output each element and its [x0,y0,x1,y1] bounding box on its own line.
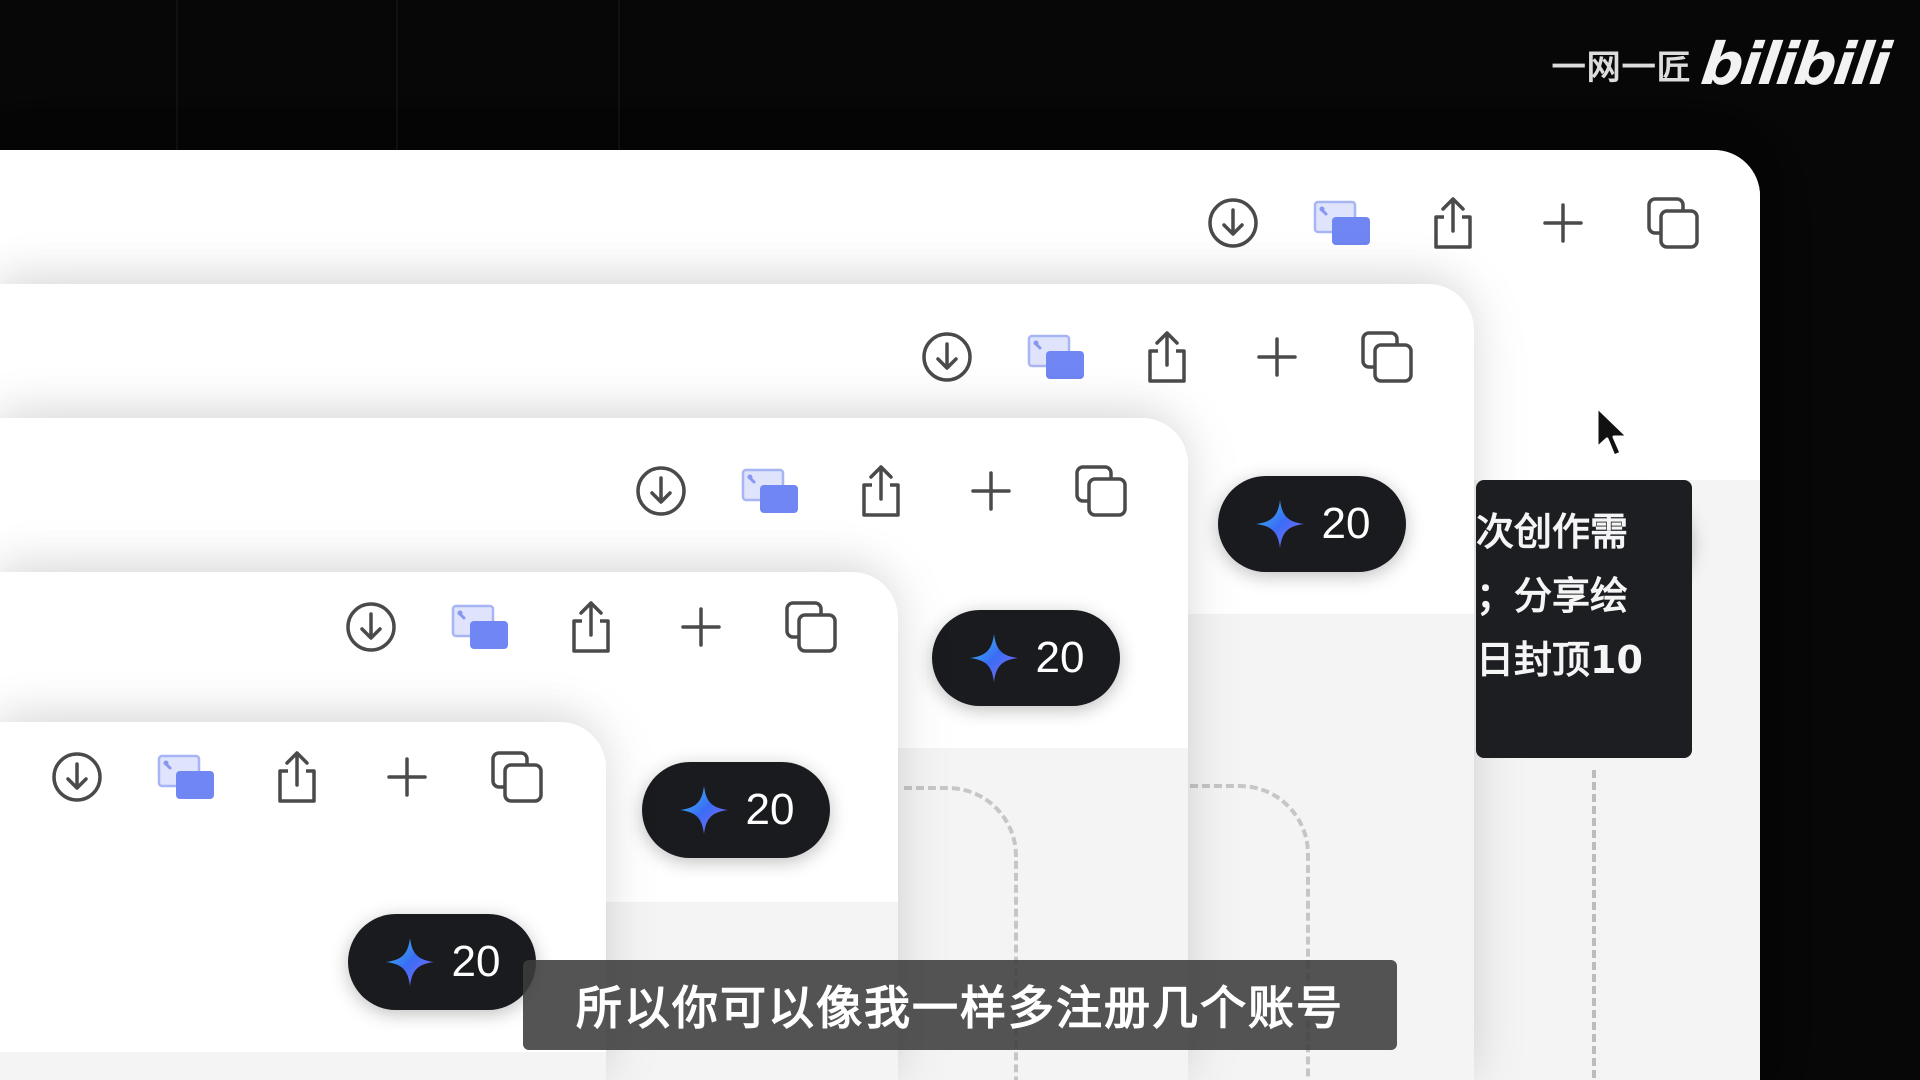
copy-button[interactable] [1618,188,1728,258]
download-button[interactable] [892,322,1002,392]
plus-icon [1543,203,1583,243]
screen: 一网一匠 bilibili 20 20 20 20 次创作需 ；分享绘 日封顶1… [0,0,1920,1080]
download-icon [922,332,972,382]
toolbar [22,742,572,812]
plus-button[interactable] [1222,322,1332,392]
image-compare-button[interactable] [132,742,242,812]
app-window-5: 20 [0,722,606,1080]
sparkle-icon [969,634,1018,682]
image-compare-button[interactable] [426,592,536,662]
share-button[interactable] [1398,188,1508,258]
toolbar [1178,188,1728,258]
plus-button[interactable] [936,456,1046,526]
copy-icon [1647,197,1699,249]
tooltip-line: 日封顶10 [1476,638,1643,682]
image-compare-icon [451,604,508,649]
download-button[interactable] [1178,188,1288,258]
share-button[interactable] [536,592,646,662]
image-compare-icon [1027,334,1084,379]
copy-button[interactable] [1332,322,1442,392]
copy-button[interactable] [1046,456,1156,526]
credits-badge[interactable]: 20 [642,762,830,858]
share-icon [1434,197,1472,249]
credits-badge[interactable]: 20 [932,610,1120,706]
bilibili-logo: bilibili [1696,30,1893,98]
mouse-cursor-icon [1595,405,1630,458]
download-icon [52,752,102,802]
watermark: 一网一匠 bilibili [1551,30,1893,98]
share-button[interactable] [826,456,936,526]
window-canvas [0,1052,606,1080]
video-subtitle: 所以你可以像我一样多注册几个账号 [523,960,1397,1050]
dashed-connector [1592,770,1596,1080]
background-line [618,0,620,150]
share-button[interactable] [1112,322,1222,392]
share-icon [862,465,900,517]
credits-count: 20 [1321,499,1371,548]
share-icon [278,751,316,803]
credits-tooltip: 次创作需 ；分享绘 日封顶10 [1476,480,1692,758]
toolbar [316,592,866,662]
plus-icon [387,757,427,797]
copy-icon [1075,465,1127,517]
background-line [176,0,178,150]
image-compare-icon [741,468,798,513]
image-compare-icon [1313,200,1370,245]
credits-count: 20 [1035,633,1085,682]
plus-icon [971,471,1011,511]
copy-button[interactable] [756,592,866,662]
credits-badge[interactable]: 20 [348,914,536,1010]
download-button[interactable] [22,742,132,812]
plus-button[interactable] [646,592,756,662]
credits-count: 20 [745,785,795,834]
share-icon [1148,331,1186,383]
toolbar [606,456,1156,526]
share-icon [572,601,610,653]
toolbar [892,322,1442,392]
copy-icon [1361,331,1413,383]
sparkle-icon [679,786,728,834]
image-compare-icon [157,754,214,799]
share-button[interactable] [242,742,352,812]
tooltip-line: 次创作需 [1476,510,1629,554]
credits-count: 20 [451,937,501,986]
plus-icon [681,607,721,647]
image-compare-button[interactable] [716,456,826,526]
image-compare-button[interactable] [1288,188,1398,258]
download-icon [636,466,686,516]
background-line [396,0,398,150]
download-icon [346,602,396,652]
plus-button[interactable] [1508,188,1618,258]
watermark-user: 一网一匠 [1551,47,1692,88]
credits-badge[interactable]: 20 [1218,476,1406,572]
plus-icon [1257,337,1297,377]
plus-button[interactable] [352,742,462,812]
download-button[interactable] [606,456,716,526]
copy-icon [785,601,837,653]
sparkle-icon [1255,500,1304,548]
copy-button[interactable] [462,742,572,812]
download-button[interactable] [316,592,426,662]
copy-icon [491,751,543,803]
tooltip-line: ；分享绘 [1476,574,1629,618]
image-compare-button[interactable] [1002,322,1112,392]
download-icon [1208,198,1258,248]
sparkle-icon [385,938,434,986]
